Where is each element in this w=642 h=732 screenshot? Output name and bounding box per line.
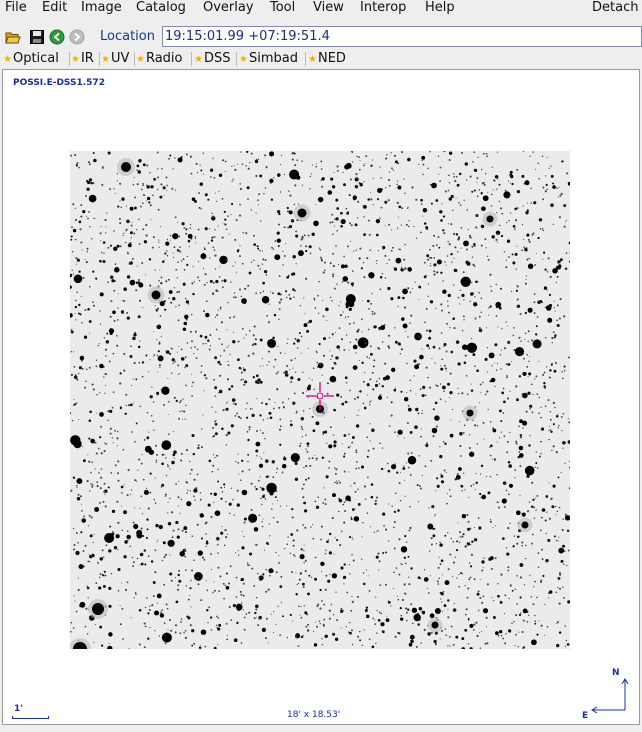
survey-label: UV bbox=[110, 51, 130, 66]
menu-file[interactable]: File bbox=[5, 0, 27, 15]
survey-button-ned[interactable]: ★NED bbox=[308, 51, 346, 68]
scale-label: 1' bbox=[14, 704, 24, 714]
save-icon[interactable] bbox=[29, 29, 45, 45]
menu-tool[interactable]: Tool bbox=[270, 0, 295, 15]
divider bbox=[99, 52, 100, 66]
survey-label: Optical bbox=[12, 51, 59, 66]
menu-interop[interactable]: Interop bbox=[360, 0, 406, 15]
star-icon: ★ bbox=[136, 54, 145, 65]
star-icon: ★ bbox=[3, 54, 12, 65]
star-icon: ★ bbox=[239, 54, 248, 65]
menu-catalog[interactable]: Catalog bbox=[136, 0, 186, 15]
forward-icon[interactable] bbox=[69, 29, 85, 45]
survey-button-dss[interactable]: ★DSS bbox=[194, 51, 230, 68]
survey-button-optical[interactable]: ★Optical bbox=[3, 51, 59, 68]
field-of-view: 18' x 18.53' bbox=[287, 710, 341, 720]
survey-label: Radio bbox=[145, 51, 183, 66]
location-label: Location bbox=[100, 29, 155, 44]
survey-label: NED bbox=[317, 51, 346, 66]
divider bbox=[191, 52, 192, 66]
status-strip bbox=[0, 726, 642, 732]
survey-button-radio[interactable]: ★Radio bbox=[136, 51, 183, 68]
menu-help[interactable]: Help bbox=[425, 0, 455, 15]
location-input[interactable] bbox=[162, 26, 642, 47]
survey-label: IR bbox=[80, 51, 94, 66]
star-icon: ★ bbox=[71, 54, 80, 65]
survey-button-uv[interactable]: ★UV bbox=[101, 51, 129, 68]
sky-image[interactable] bbox=[70, 151, 570, 649]
divider bbox=[69, 52, 70, 66]
back-icon[interactable] bbox=[49, 29, 65, 45]
divider bbox=[134, 52, 135, 66]
compass: N E bbox=[580, 668, 630, 724]
star-icon: ★ bbox=[101, 54, 110, 65]
image-viewer[interactable]: POSSI.E-DSS1.572 1' 18' x 18.53' N E bbox=[2, 69, 640, 725]
survey-button-simbad[interactable]: ★Simbad bbox=[239, 51, 298, 68]
survey-bar: ★Optical ★IR ★UV ★Radio ★DSS ★Simbad ★NE… bbox=[0, 50, 642, 68]
star-icon: ★ bbox=[308, 54, 317, 65]
menu-edit[interactable]: Edit bbox=[42, 0, 67, 15]
survey-label: DSS bbox=[203, 51, 231, 66]
open-folder-icon[interactable] bbox=[5, 29, 21, 45]
scale-bar bbox=[12, 716, 49, 719]
divider bbox=[305, 52, 306, 66]
compass-arrows-icon bbox=[591, 678, 629, 714]
menu-bar: File Edit Image Catalog Overlay Tool Vie… bbox=[0, 0, 642, 16]
image-label: POSSI.E-DSS1.572 bbox=[13, 78, 105, 88]
survey-label: Simbad bbox=[248, 51, 298, 66]
menu-detach[interactable]: Detach bbox=[592, 0, 638, 15]
star-icon: ★ bbox=[194, 54, 203, 65]
menu-overlay[interactable]: Overlay bbox=[203, 0, 254, 15]
survey-button-ir[interactable]: ★IR bbox=[71, 51, 94, 68]
divider bbox=[236, 52, 237, 66]
menu-view[interactable]: View bbox=[313, 0, 344, 15]
menu-image[interactable]: Image bbox=[81, 0, 122, 15]
